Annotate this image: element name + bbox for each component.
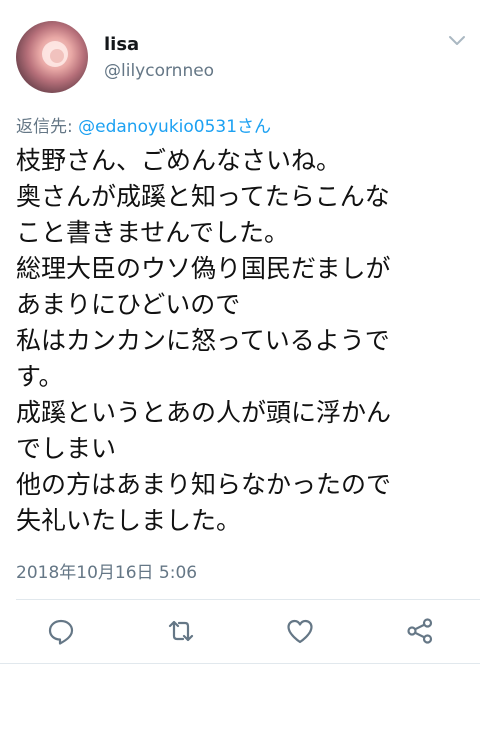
tweet-line: あまりにひどいので bbox=[16, 290, 241, 319]
like-icon[interactable] bbox=[285, 616, 315, 646]
divider bbox=[16, 599, 480, 600]
tweet-line: 私はカンカンに怒っているようで bbox=[16, 326, 390, 355]
rose-center bbox=[50, 49, 64, 63]
user-name[interactable]: lisa bbox=[104, 34, 139, 55]
tweet-line: 成蹊というとあの人が頭に浮かん bbox=[16, 398, 392, 427]
tweet-line: 他の方はあまり知らなかったので bbox=[16, 470, 392, 499]
tweet-line: 失礼いたしました。 bbox=[16, 506, 242, 535]
share-icon[interactable] bbox=[405, 616, 435, 646]
reply-label: 返信先: bbox=[16, 117, 79, 137]
tweet-line: 枝野さん、ごめんなさいね。 bbox=[16, 146, 342, 175]
tweet-timestamp[interactable]: 2018年10月16日 5:06 bbox=[16, 558, 197, 583]
user-handle[interactable]: @lilycornneo bbox=[104, 61, 214, 81]
tweet-line: でしまい bbox=[16, 434, 117, 463]
retweet-icon[interactable] bbox=[166, 616, 196, 646]
tweet-line: す。 bbox=[16, 362, 64, 391]
tweet-line: 総理大臣のウソ偽り国民だましが bbox=[16, 254, 391, 283]
avatar[interactable] bbox=[16, 21, 88, 93]
divider bbox=[0, 663, 480, 664]
reply-to: 返信先: @edanoyukio0531さん bbox=[16, 112, 271, 137]
reply-mention-link[interactable]: @edanoyukio0531さん bbox=[78, 117, 271, 137]
reply-icon[interactable] bbox=[46, 616, 76, 646]
tweet-text: 枝野さん、ごめんなさいね。 奥さんが成蹊と知ってたらこんな こと書きませんでした… bbox=[16, 143, 476, 539]
chevron-down-icon[interactable] bbox=[447, 33, 467, 47]
tweet-line: 奥さんが成蹊と知ってたらこんな bbox=[16, 182, 390, 211]
tweet-line: こと書きませんでした。 bbox=[16, 218, 290, 247]
